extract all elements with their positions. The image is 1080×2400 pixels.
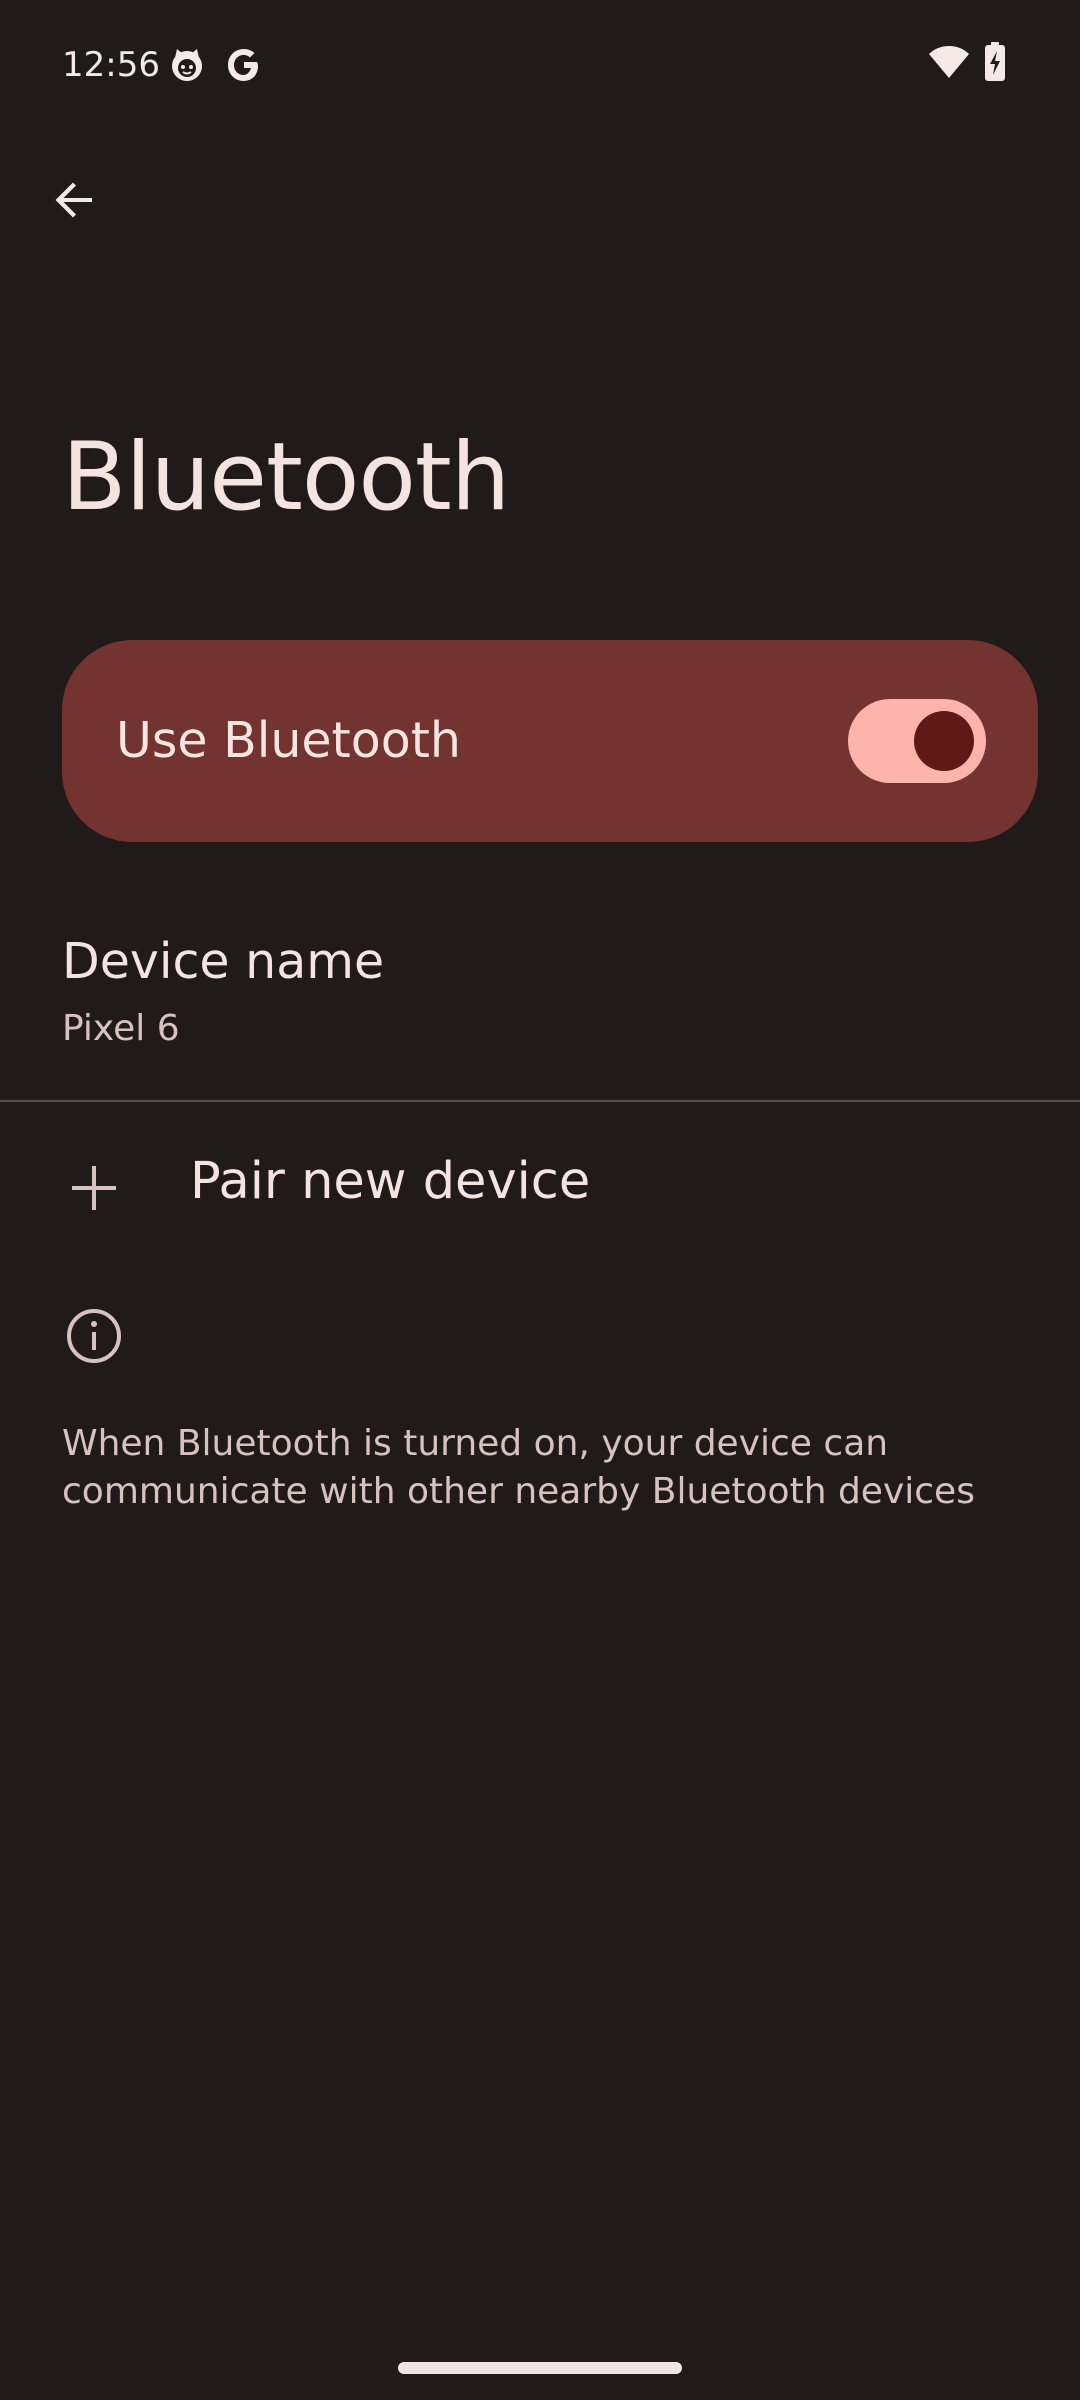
navigation-handle[interactable] [398,2362,682,2374]
info-icon [62,1304,126,1368]
pair-new-device-item[interactable]: Pair new device [0,1112,1080,1248]
use-bluetooth-switch-bar[interactable]: Use Bluetooth [62,640,1038,842]
page-title: Bluetooth [62,423,510,532]
top-app-bar [0,140,1080,260]
device-name-summary: Pixel 6 [62,1008,180,1049]
pair-new-device-label: Pair new device [190,1152,591,1211]
device-name-item[interactable]: Device name Pixel 6 [0,920,1080,1100]
toggle-thumb [914,711,974,771]
bluetooth-toggle[interactable] [848,699,986,783]
divider [0,1100,1080,1102]
status-bar: 12:56 [0,0,1080,128]
device-name-title: Device name [62,933,385,990]
status-time: 12:56 [62,45,160,85]
back-button[interactable] [26,154,122,250]
plus-icon [62,1156,126,1220]
use-bluetooth-label: Use Bluetooth [116,712,461,769]
arrow-back-icon [50,176,98,228]
battery-charging-icon [984,42,1006,86]
bluetooth-footer-text: When Bluetooth is turned on, your device… [62,1423,975,1512]
cat-face-icon [168,46,206,88]
wifi-icon [928,44,970,84]
google-g-icon [226,46,262,88]
